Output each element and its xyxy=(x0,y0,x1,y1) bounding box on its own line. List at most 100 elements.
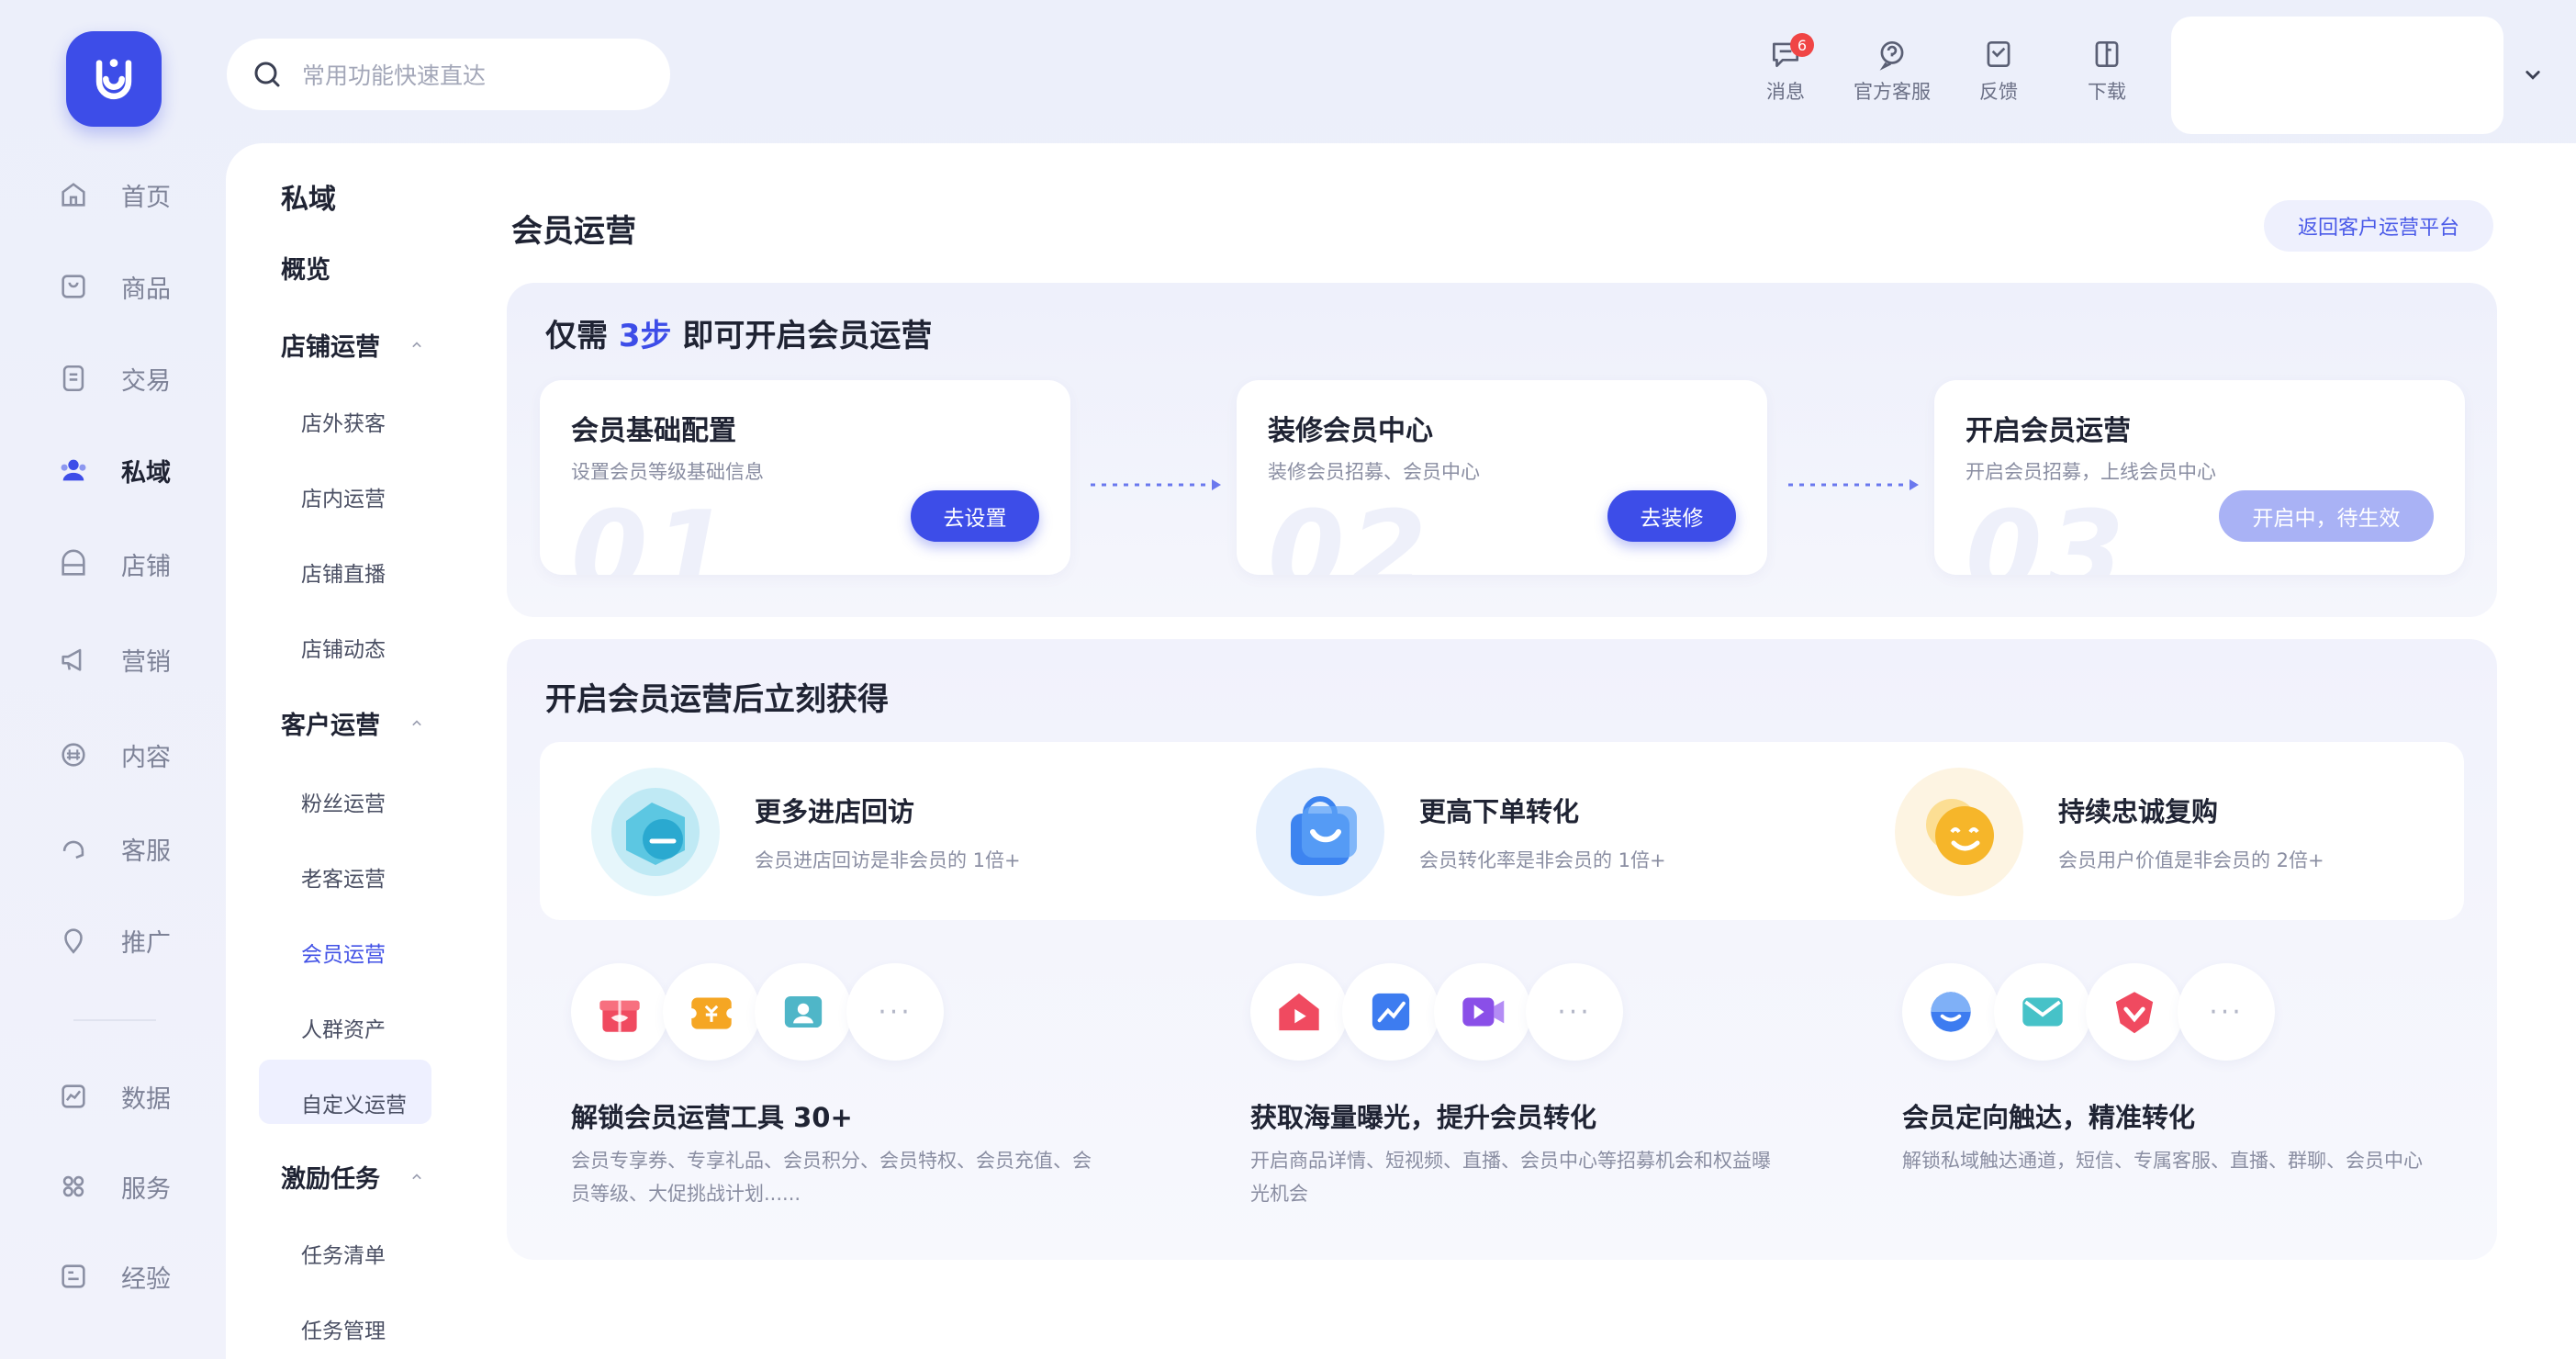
steps-title-suffix: 即可开启会员运营 xyxy=(682,318,933,354)
subnav-item[interactable]: 店铺动态 xyxy=(301,632,386,663)
step-number: 03 xyxy=(1966,489,2130,575)
nav-item-promotion[interactable]: 推广 xyxy=(55,913,211,968)
subnav-item[interactable]: 店内运营 xyxy=(301,481,386,512)
subnav-item[interactable]: 人群资产 xyxy=(301,1012,386,1043)
step-card-1: 01 会员基础配置 设置会员等级基础信息 去设置 xyxy=(540,380,1070,575)
account-switcher[interactable] xyxy=(2171,17,2503,134)
nav-item-trade[interactable]: 交易 xyxy=(55,351,211,406)
steps-title-prefix: 仅需 xyxy=(545,318,608,354)
users-icon xyxy=(55,452,92,489)
step-card-2: 02 装修会员中心 装修会员招募、会员中心 去装修 xyxy=(1237,380,1767,575)
tool-group-title: 解锁会员运营工具 30+ xyxy=(571,1102,853,1133)
subnav-item[interactable]: 粉丝运营 xyxy=(301,786,386,817)
header-tool-label: 下载 xyxy=(2088,81,2126,103)
subnav-item[interactable]: 老客运营 xyxy=(301,861,386,893)
benefit-title: 更高下单转化 xyxy=(1419,796,1580,827)
back-to-customer-platform-button[interactable]: 返回客户运营平台 xyxy=(2264,200,2493,252)
revisit-icon xyxy=(591,768,720,896)
nav-label: 首页 xyxy=(121,183,171,212)
header-tool-label: 官方客服 xyxy=(1854,81,1931,103)
subnav-item[interactable]: 任务管理 xyxy=(301,1313,386,1344)
more-tools-icon[interactable]: ··· xyxy=(1526,963,1623,1061)
go-decorate-button[interactable]: 去装修 xyxy=(1607,490,1736,542)
nav-item-services[interactable]: 服务 xyxy=(55,1159,211,1214)
benefit-item: 持续忠诚复购 会员用户价值是非会员的 2倍+ xyxy=(1895,768,2324,896)
chevron-down-icon[interactable] xyxy=(2519,61,2547,88)
step-title: 装修会员中心 xyxy=(1268,415,1433,447)
search-input[interactable]: 常用功能快速直达 xyxy=(227,39,670,110)
subnav-item-member-ops[interactable]: 会员运营 xyxy=(301,937,386,968)
step-card-3: 03 开启会员运营 开启会员招募，上线会员中心 开启中，待生效 xyxy=(1934,380,2465,575)
nav-label: 经验 xyxy=(121,1264,171,1294)
header-tool-label: 反馈 xyxy=(1979,81,2018,103)
subnav-item[interactable]: 自定义运营 xyxy=(301,1087,407,1118)
tool-group-desc: 会员专享券、专享礼品、会员积分、会员特权、会员充值、会员等级、大促挑战计划...… xyxy=(571,1150,1092,1205)
step-title: 开启会员运营 xyxy=(1966,415,2131,447)
pending-activation-button: 开启中，待生效 xyxy=(2219,490,2434,542)
nav-label: 服务 xyxy=(121,1174,171,1204)
nav-label: 数据 xyxy=(121,1084,171,1114)
secondary-nav: 私域 概览 店铺运营 店外获客 店内运营 店铺直播 店铺动态 客户运营 粉丝运营… xyxy=(226,143,474,1359)
header-messages[interactable]: 消息 6 xyxy=(1735,33,1836,110)
nav-item-store[interactable]: 店铺 xyxy=(55,536,211,591)
main-content: 会员运营 返回客户运营平台 仅需 3步 即可开启会员运营 01 会员基础配置 设… xyxy=(474,143,2576,1359)
subnav-item-overview[interactable]: 概览 xyxy=(281,250,330,286)
nav-item-marketing[interactable]: 营销 xyxy=(55,632,211,687)
benefit-desc: 会员用户价值是非会员的 2倍+ xyxy=(2058,849,2324,871)
nav-label: 商品 xyxy=(121,275,171,304)
subnav-group-incentive[interactable]: 激励任务 xyxy=(281,1159,426,1195)
search-icon xyxy=(254,62,280,87)
chevron-up-icon xyxy=(412,341,421,347)
download-icon xyxy=(2095,40,2119,68)
subnav-group-store-ops[interactable]: 店铺运营 xyxy=(281,327,426,363)
content-icon xyxy=(55,736,92,773)
message-badge: 6 xyxy=(1790,33,1814,57)
more-tools-icon[interactable]: ··· xyxy=(846,963,944,1061)
header-tool-label: 消息 xyxy=(1766,81,1805,103)
subnav-group-customer-ops[interactable]: 客户运营 xyxy=(281,705,426,741)
header-feedback[interactable]: 反馈 xyxy=(1948,37,2049,110)
nav-item-service[interactable]: 客服 xyxy=(55,821,211,876)
nav-item-goods[interactable]: 商品 xyxy=(55,259,211,314)
nav-label: 内容 xyxy=(121,743,171,772)
header-download[interactable]: 下载 xyxy=(2056,37,2157,110)
headset-icon xyxy=(55,830,92,867)
video-icon xyxy=(1434,963,1531,1061)
benefits-row: 更多进店回访 会员进店回访是非会员的 1倍+ 更高下单转化 会员转化率是非会员的… xyxy=(540,742,2464,920)
chart-icon xyxy=(55,1078,92,1115)
nav-label: 店铺 xyxy=(121,552,171,581)
nav-item-data[interactable]: 数据 xyxy=(55,1069,211,1124)
subnav-item[interactable]: 店外获客 xyxy=(301,406,386,437)
nav-item-private[interactable]: 私域 xyxy=(55,443,211,498)
subnav-group-label: 店铺运营 xyxy=(281,333,380,362)
benefits-card: 开启会员运营后立刻获得 更多进店回访 会员进店回访是非会员的 1倍+ 更高下单转… xyxy=(507,639,2497,1260)
app-root: 首页 商品 交易 私域 店铺 营销 内容 客服 推广 数据 服务 经验 常用功能… xyxy=(0,0,2576,1359)
benefit-desc: 会员转化率是非会员的 1倍+ xyxy=(1419,849,1666,871)
step-desc: 设置会员等级基础信息 xyxy=(571,461,764,483)
goods-icon xyxy=(55,268,92,305)
go-setup-button[interactable]: 去设置 xyxy=(911,490,1039,542)
gift-icon xyxy=(571,963,668,1061)
subnav-item[interactable]: 店铺直播 xyxy=(301,556,386,588)
tool-group-desc: 解锁私域触达通道，短信、专属客服、直播、群聊、会员中心 xyxy=(1902,1150,2423,1172)
app-logo[interactable] xyxy=(66,31,162,127)
nav-item-content[interactable]: 内容 xyxy=(55,727,211,782)
trade-icon xyxy=(55,360,92,397)
tool-icons: ··· xyxy=(1250,960,1623,1063)
nav-item-experience[interactable]: 经验 xyxy=(55,1249,211,1304)
subnav-group-label: 客户运营 xyxy=(281,712,380,740)
nav-item-home[interactable]: 首页 xyxy=(55,167,211,222)
benefit-item: 更高下单转化 会员转化率是非会员的 1倍+ xyxy=(1256,768,1666,896)
nav-divider xyxy=(73,1019,156,1021)
member-card-icon xyxy=(755,963,852,1061)
coupon-icon xyxy=(663,963,760,1061)
benefits-title: 开启会员运营后立刻获得 xyxy=(545,681,889,718)
sms-icon xyxy=(1994,963,2091,1061)
book-icon xyxy=(55,1258,92,1295)
more-tools-icon[interactable]: ··· xyxy=(2178,963,2275,1061)
nav-label: 推广 xyxy=(121,928,171,958)
header-official-service[interactable]: 官方客服 xyxy=(1842,37,1943,110)
benefit-desc: 会员进店回访是非会员的 1倍+ xyxy=(755,849,1021,871)
service-icon xyxy=(1879,40,1904,71)
subnav-item[interactable]: 任务清单 xyxy=(301,1238,386,1269)
